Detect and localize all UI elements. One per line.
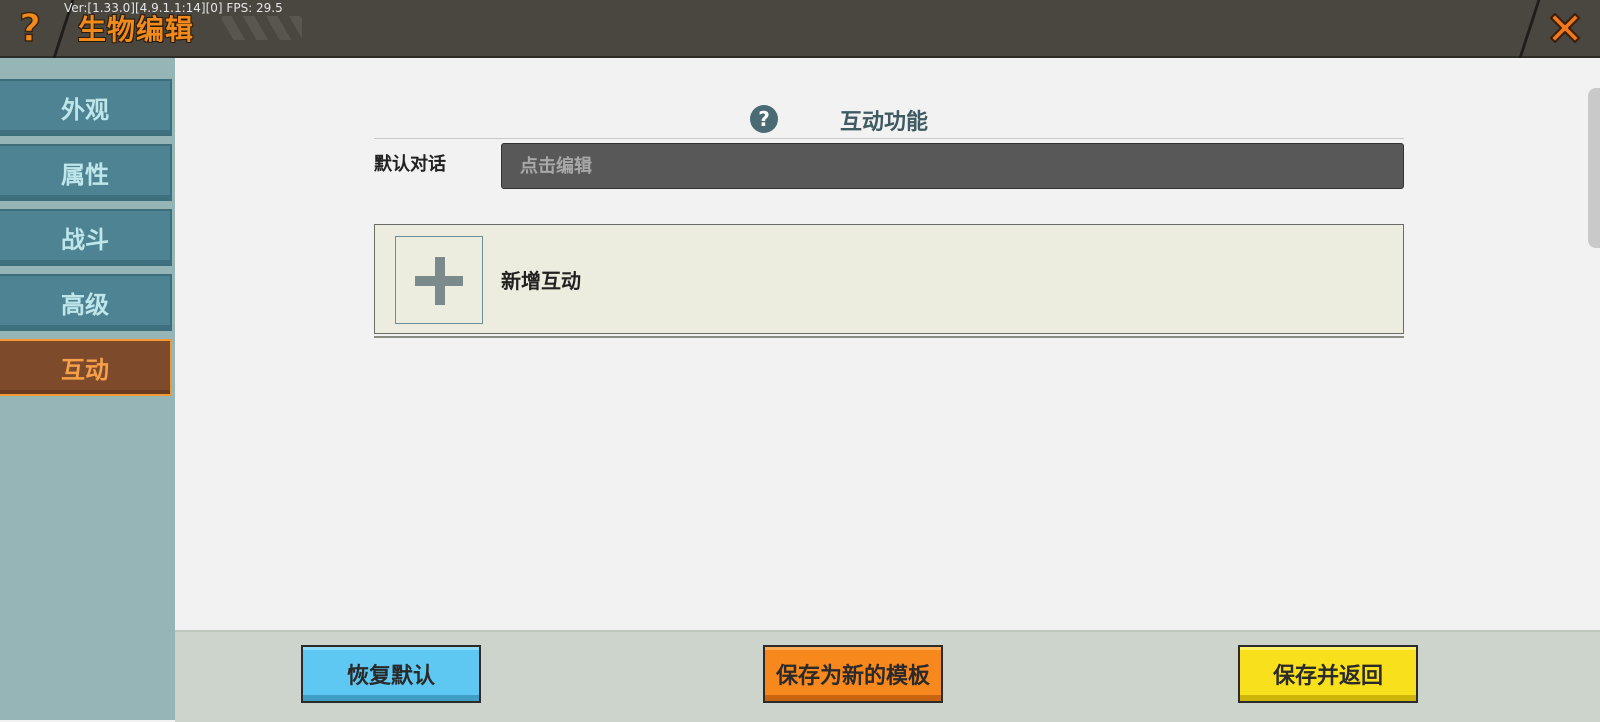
sidebar-item-attributes[interactable]: 属性 bbox=[0, 144, 172, 201]
panel-divider bbox=[374, 336, 1404, 338]
sidebar-item-label: 互动 bbox=[61, 356, 109, 384]
top-bar: ? Ver:[1.33.0][4.9.1.1:14][0] FPS: 29.5 … bbox=[0, 0, 1600, 58]
plus-icon bbox=[415, 257, 463, 305]
save-and-return-button[interactable]: 保存并返回 bbox=[1238, 645, 1418, 703]
sidebar-item-combat[interactable]: 战斗 bbox=[0, 209, 172, 266]
sidebar: 外观 属性 战斗 高级 互动 bbox=[0, 58, 175, 720]
sidebar-item-advanced[interactable]: 高级 bbox=[0, 274, 172, 331]
sidebar-item-label: 战斗 bbox=[61, 226, 109, 254]
question-mark-icon: ? bbox=[18, 5, 42, 51]
page-title: 生物编辑 bbox=[78, 13, 195, 46]
interaction-list-panel: 新增互动 bbox=[374, 224, 1404, 334]
default-dialog-label: 默认对话 bbox=[374, 154, 446, 175]
save-as-template-label: 保存为新的模板 bbox=[775, 664, 930, 689]
save-as-template-button[interactable]: 保存为新的模板 bbox=[763, 645, 943, 703]
sidebar-item-interaction[interactable]: 互动 bbox=[0, 339, 172, 396]
section-help-icon[interactable]: ? bbox=[750, 105, 778, 133]
close-icon bbox=[1550, 13, 1580, 43]
title-decoration bbox=[222, 16, 302, 40]
sidebar-item-label: 属性 bbox=[61, 161, 109, 189]
default-dialog-input[interactable] bbox=[501, 143, 1404, 189]
restore-default-label: 恢复默认 bbox=[346, 664, 435, 689]
scrollbar[interactable] bbox=[1588, 88, 1600, 248]
add-interaction-button[interactable] bbox=[395, 236, 483, 324]
save-and-return-label: 保存并返回 bbox=[1272, 664, 1383, 689]
sidebar-item-label: 高级 bbox=[61, 291, 109, 319]
restore-default-button[interactable]: 恢复默认 bbox=[301, 645, 481, 703]
section-title: 互动功能 bbox=[840, 110, 929, 135]
section-divider bbox=[374, 138, 1404, 139]
add-interaction-label: 新增互动 bbox=[501, 269, 581, 293]
sidebar-item-label: 外观 bbox=[61, 96, 109, 124]
close-button[interactable] bbox=[1530, 0, 1600, 56]
sidebar-item-appearance[interactable]: 外观 bbox=[0, 79, 172, 136]
help-button[interactable]: ? bbox=[0, 0, 60, 56]
